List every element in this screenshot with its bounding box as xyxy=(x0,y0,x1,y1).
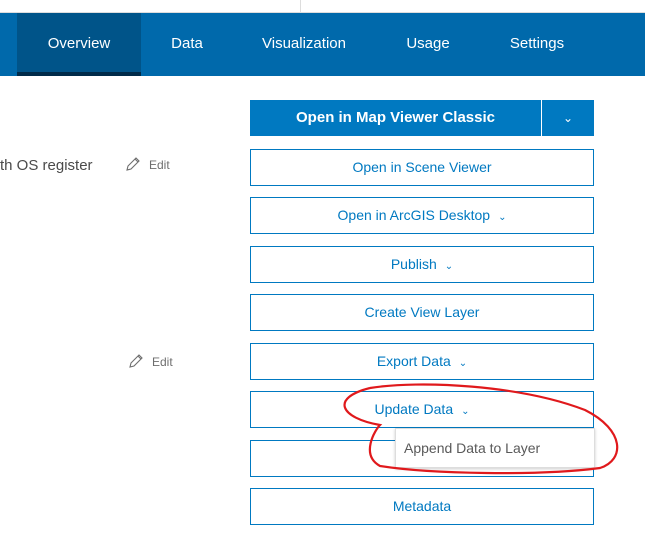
button-label: Publish xyxy=(390,256,437,272)
export-data-button[interactable]: Export Data ⌄ xyxy=(250,343,594,380)
button-label: Open in Scene Viewer xyxy=(352,159,492,175)
update-data-button[interactable]: Update Data ⌄ xyxy=(250,391,594,428)
publish-button[interactable]: Publish ⌄ xyxy=(250,246,594,283)
button-label: Create View Layer xyxy=(364,304,480,320)
item-nav-tabs: Overview Data Visualization Usage Settin… xyxy=(0,13,645,76)
edit-label: Edit xyxy=(152,355,173,369)
edit-description-button[interactable]: Edit xyxy=(125,156,170,172)
open-map-viewer-classic-button[interactable]: Open in Map Viewer Classic xyxy=(250,100,541,136)
button-label: Export Data xyxy=(376,353,451,369)
open-scene-viewer-button[interactable]: Open in Scene Viewer xyxy=(250,149,594,186)
chevron-down-icon: ⌄ xyxy=(461,406,470,417)
map-viewer-options-button[interactable]: ⌄ xyxy=(542,100,594,136)
tab-visualization[interactable]: Visualization xyxy=(245,13,363,76)
edit-label: Edit xyxy=(149,158,170,172)
chevron-down-icon: ⌄ xyxy=(444,261,454,272)
button-label: Metadata xyxy=(392,498,452,514)
chevron-down-icon: ⌄ xyxy=(562,111,574,125)
tab-overview[interactable]: Overview xyxy=(17,13,141,76)
chevron-down-icon: ⌄ xyxy=(458,358,468,369)
button-label: Open in ArcGIS Desktop xyxy=(337,207,491,223)
divider xyxy=(300,0,301,12)
metadata-button[interactable]: Metadata xyxy=(250,488,594,525)
tab-settings[interactable]: Settings xyxy=(495,13,579,76)
update-data-dropdown: Append Data to Layer xyxy=(395,428,595,468)
pencil-icon xyxy=(129,354,143,368)
append-data-to-layer-item[interactable]: Append Data to Layer xyxy=(396,429,594,467)
pencil-icon xyxy=(126,157,140,171)
button-label: Update Data xyxy=(374,401,454,417)
item-description: th OS register xyxy=(0,157,93,174)
create-view-layer-button[interactable]: Create View Layer xyxy=(250,294,594,331)
edit-details-button[interactable]: Edit xyxy=(128,353,173,369)
tab-usage[interactable]: Usage xyxy=(390,13,466,76)
open-arcgis-desktop-button[interactable]: Open in ArcGIS Desktop ⌄ xyxy=(250,197,594,234)
top-bar xyxy=(0,0,645,13)
tab-data[interactable]: Data xyxy=(150,13,224,76)
chevron-down-icon: ⌄ xyxy=(498,212,507,223)
